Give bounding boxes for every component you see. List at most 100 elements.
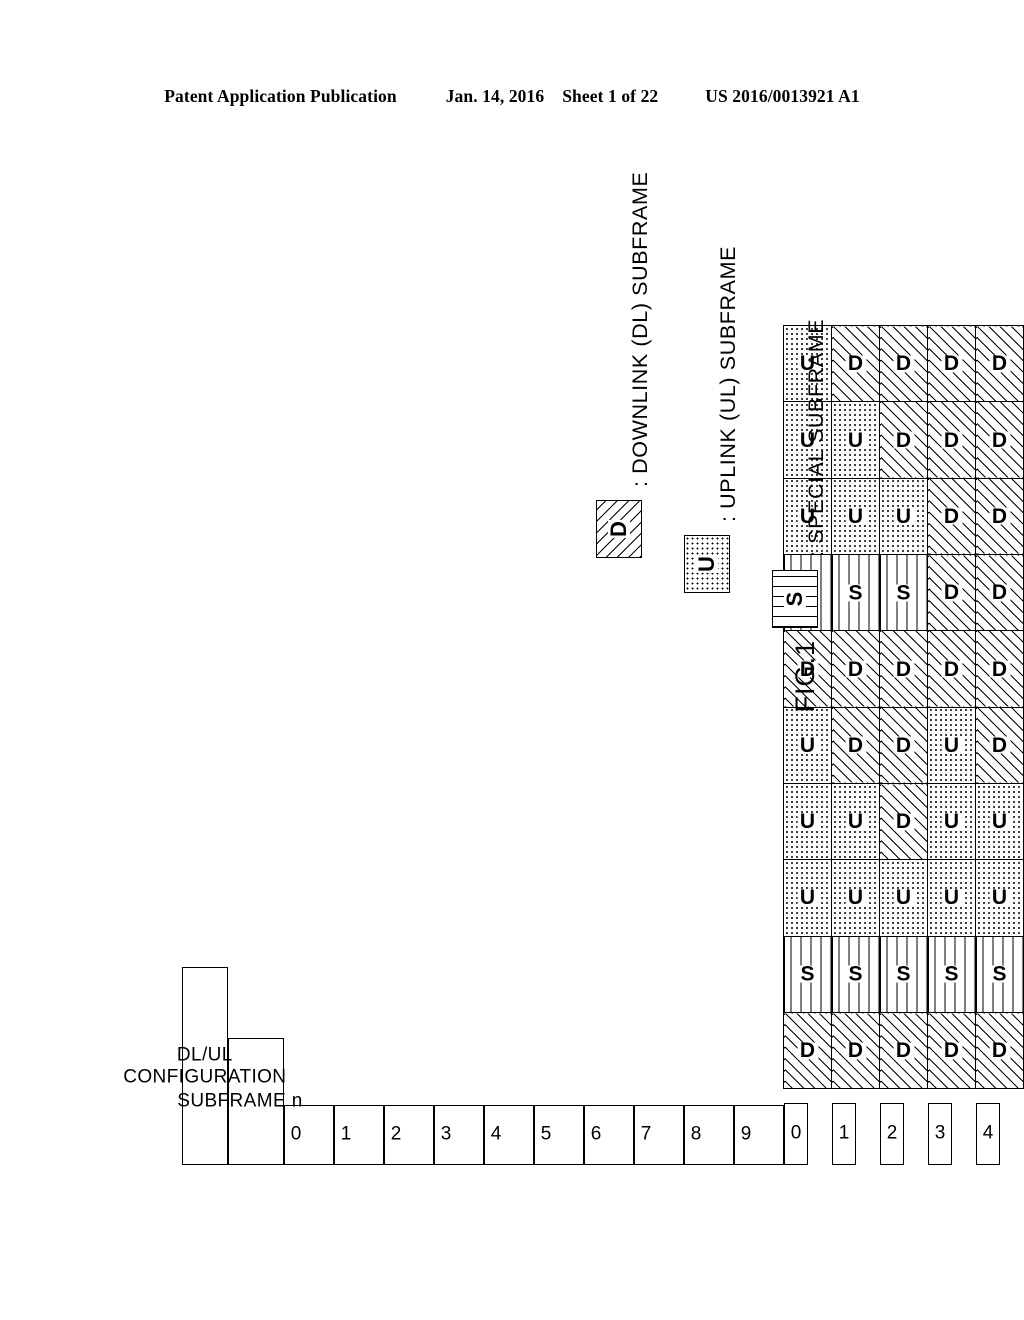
- subframe-cell-cfg0-sf4: U: [783, 707, 832, 784]
- subframe-cell-cfg4-sf1: S: [975, 936, 1024, 1013]
- cell-inner: D: [880, 1013, 927, 1088]
- sheet-number: Sheet 1 of 22: [562, 86, 659, 106]
- subframe-type-glyph: D: [800, 1039, 816, 1063]
- subframe-cell-cfg3-sf6: D: [927, 554, 976, 631]
- rotated-text: 3: [934, 1123, 945, 1145]
- subframe-cell-cfg4-sf9: D: [975, 325, 1024, 402]
- subframe-number-7: 7: [633, 1105, 684, 1165]
- subframe-cell-cfg3-sf0: D: [927, 1012, 976, 1089]
- cell-inner: U: [976, 784, 1023, 859]
- subframe-cell-cfg4-sf8: D: [975, 401, 1024, 479]
- subframe-type-glyph: D: [944, 352, 960, 376]
- rotated-text: 0: [790, 1123, 801, 1145]
- subframe-cell-cfg3-sf7: D: [927, 478, 976, 555]
- subframe-type-glyph: U: [944, 733, 960, 757]
- subframe-type-glyph: U: [800, 733, 816, 757]
- table-row: 4 D S U U D D D D D D: [975, 325, 1024, 1165]
- row-header-dl-ul-configuration: DL/UL CONFIGURATION: [123, 967, 286, 1165]
- subframe-type-glyph: D: [848, 1039, 864, 1063]
- subframe-type-glyph: D: [992, 733, 1008, 757]
- cell-inner: D: [832, 708, 879, 783]
- legend-label-u: : UPLINK (UL) SUBFRAME: [716, 245, 740, 522]
- subframe-type-glyph: D: [944, 1039, 960, 1063]
- rotated-text: 2: [390, 1124, 401, 1146]
- cell-inner: U: [784, 860, 831, 935]
- subframe-type-glyph: S: [944, 962, 959, 986]
- subframe-type-glyph: D: [896, 352, 912, 376]
- subframe-type-glyph: S: [848, 581, 863, 605]
- subframe-type-glyph: D: [896, 1039, 912, 1063]
- subframe-type-glyph: D: [896, 810, 912, 834]
- subframe-type-glyph: U: [800, 810, 816, 834]
- cell-inner: U: [880, 860, 927, 935]
- legend-swatch-d: D: [596, 500, 642, 558]
- cell-inner: D: [928, 631, 975, 706]
- cell-inner: D: [832, 1013, 879, 1088]
- rotated-text: 1: [838, 1123, 849, 1145]
- subframe-type-glyph: D: [896, 428, 912, 452]
- cell-inner: S: [832, 937, 879, 1012]
- cell-inner: D: [976, 479, 1023, 554]
- cell-inner: S: [976, 937, 1023, 1012]
- subframe-cell-cfg1-sf3: U: [831, 783, 880, 860]
- subframe-type-glyph: D: [848, 733, 864, 757]
- cell-inner: D: [880, 784, 927, 859]
- cell-inner: U: [784, 784, 831, 859]
- subframe-cell-cfg1-sf2: U: [831, 859, 880, 937]
- rotated-text: 0: [290, 1124, 301, 1146]
- subframe-cell-cfg2-sf4: D: [879, 707, 928, 784]
- subframe-cell-cfg1-sf5: D: [831, 630, 880, 708]
- subframe-cell-cfg4-sf3: U: [975, 783, 1024, 860]
- cell-inner: D: [928, 1013, 975, 1088]
- cell-inner: D: [784, 1013, 831, 1088]
- subframe-cell-cfg3-sf4: U: [927, 707, 976, 784]
- subframe-type-glyph: D: [944, 504, 960, 528]
- cell-inner: D: [928, 402, 975, 477]
- legend-swatch-s: S: [772, 570, 818, 628]
- rotated-text: 4: [490, 1124, 501, 1146]
- patent-sheet-header: Patent Application Publication Jan. 14, …: [0, 86, 1024, 107]
- subframe-cell-cfg4-sf7: D: [975, 478, 1024, 555]
- rotated-text: 7: [640, 1124, 651, 1146]
- cell-inner: U: [928, 860, 975, 935]
- subframe-cell-cfg0-sf2: U: [783, 859, 832, 937]
- subframe-number-9: 9: [733, 1105, 784, 1165]
- subframe-type-glyph: U: [896, 504, 912, 528]
- table-header-row: DL/UL CONFIGURATION SUBFRAME n: [123, 326, 302, 1165]
- cell-inner: D: [880, 631, 927, 706]
- subframe-type-glyph: D: [992, 504, 1008, 528]
- subframe-type-glyph: D: [944, 657, 960, 681]
- cell-inner: U: [928, 784, 975, 859]
- subframe-type-glyph: D: [992, 657, 1008, 681]
- subframe-type-glyph: S: [848, 962, 863, 986]
- subframe-number-0: 0: [283, 1105, 334, 1165]
- subframe-cell-cfg0-sf0: D: [783, 1012, 832, 1089]
- config-number-0: 0: [783, 1103, 808, 1165]
- cell-inner: U: [832, 860, 879, 935]
- subframe-cell-cfg3-sf3: U: [927, 783, 976, 860]
- cell-inner: D: [976, 326, 1023, 401]
- subframe-configuration-figure: DL/UL CONFIGURATION SUBFRAME n 0 1 2 3 4 5 6 7 8 9…: [123, 325, 1024, 1165]
- rotated-text: 1: [340, 1124, 351, 1146]
- subframe-type-glyph: D: [896, 657, 912, 681]
- subframe-cell-cfg3-sf5: D: [927, 630, 976, 708]
- cell-inner: D: [976, 1013, 1023, 1088]
- subframe-cell-cfg3-sf8: D: [927, 401, 976, 479]
- subframe-cell-cfg0-sf3: U: [783, 783, 832, 860]
- config-number-1: 1: [831, 1103, 856, 1165]
- publication-date: Jan. 14, 2016: [445, 86, 545, 106]
- subframe-cell-cfg1-sf4: D: [831, 707, 880, 784]
- subframe-type-glyph: S: [992, 962, 1007, 986]
- subframe-number-6: 6: [583, 1105, 634, 1165]
- rotated-text: 8: [690, 1124, 701, 1146]
- subframe-number-5: 5: [533, 1105, 584, 1165]
- subframe-type-glyph: S: [800, 962, 815, 986]
- legend-swatch-glyph: U: [694, 555, 719, 573]
- subframe-type-glyph: U: [992, 886, 1008, 910]
- cell-inner: D: [880, 708, 927, 783]
- cell-inner: U: [784, 708, 831, 783]
- cell-inner: D: [976, 708, 1023, 783]
- subframe-number-2: 2: [383, 1105, 434, 1165]
- subframe-cell-cfg4-sf6: D: [975, 554, 1024, 631]
- rotated-text: 3: [440, 1124, 451, 1146]
